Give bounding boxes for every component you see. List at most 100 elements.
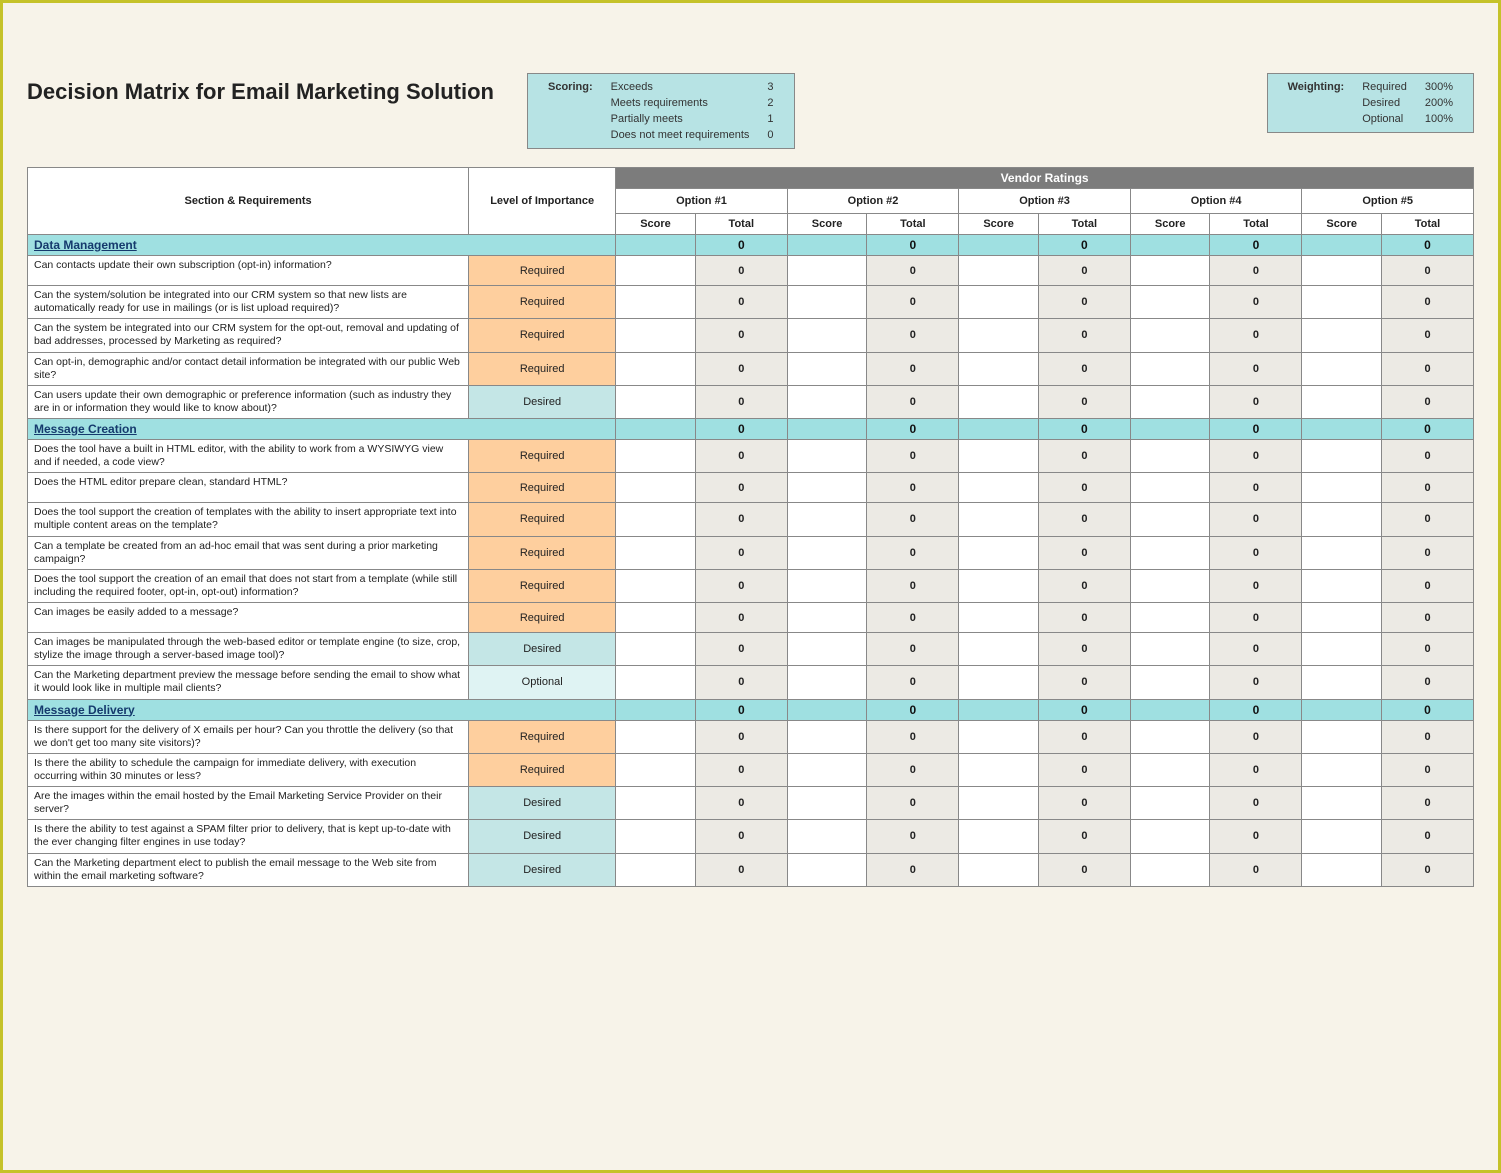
score-input[interactable] [787,503,867,536]
score-input[interactable] [1302,440,1382,473]
score-input[interactable] [1130,569,1210,602]
score-input[interactable] [616,720,696,753]
score-input[interactable] [959,440,1039,473]
score-input[interactable] [1130,720,1210,753]
score-input[interactable] [787,440,867,473]
score-input[interactable] [616,603,696,633]
requirement-text: Does the tool have a built in HTML edito… [28,440,469,473]
score-input[interactable] [1302,853,1382,886]
score-input[interactable] [1302,569,1382,602]
score-input[interactable] [959,385,1039,418]
score-input[interactable] [1130,385,1210,418]
score-input[interactable] [959,666,1039,699]
option-header-3: Option #3 [959,189,1131,214]
score-input[interactable] [616,385,696,418]
score-input[interactable] [959,569,1039,602]
score-input[interactable] [616,440,696,473]
score-input[interactable] [1130,633,1210,666]
score-input[interactable] [959,319,1039,352]
score-input[interactable] [959,503,1039,536]
score-input[interactable] [959,820,1039,853]
score-input[interactable] [1302,820,1382,853]
score-input[interactable] [1130,473,1210,503]
score-input[interactable] [959,256,1039,286]
score-input[interactable] [1130,319,1210,352]
score-input[interactable] [1302,352,1382,385]
score-input[interactable] [1130,440,1210,473]
score-input[interactable] [616,319,696,352]
score-input[interactable] [787,319,867,352]
score-input[interactable] [1302,603,1382,633]
score-input[interactable] [1130,853,1210,886]
score-input[interactable] [1302,666,1382,699]
score-input[interactable] [787,473,867,503]
requirement-text: Is there the ability to schedule the cam… [28,753,469,786]
score-input[interactable] [1130,820,1210,853]
row-total: 0 [1038,286,1130,319]
score-input[interactable] [1130,256,1210,286]
row-total: 0 [1038,385,1130,418]
score-input[interactable] [787,853,867,886]
score-input[interactable] [1302,720,1382,753]
score-input[interactable] [959,603,1039,633]
row-total: 0 [1210,603,1302,633]
score-input[interactable] [1302,473,1382,503]
score-input[interactable] [616,256,696,286]
score-input[interactable] [1130,503,1210,536]
score-input[interactable] [1302,633,1382,666]
score-input[interactable] [787,256,867,286]
score-input[interactable] [616,286,696,319]
score-input[interactable] [1130,787,1210,820]
score-input[interactable] [616,633,696,666]
score-input[interactable] [787,633,867,666]
score-input[interactable] [787,720,867,753]
score-input[interactable] [616,666,696,699]
requirement-text: Is there the ability to test against a S… [28,820,469,853]
score-input[interactable] [1130,286,1210,319]
score-input[interactable] [787,385,867,418]
score-input[interactable] [616,352,696,385]
score-input[interactable] [787,787,867,820]
score-input[interactable] [616,569,696,602]
score-input[interactable] [616,473,696,503]
score-input[interactable] [787,286,867,319]
score-input[interactable] [787,820,867,853]
score-input[interactable] [616,787,696,820]
score-input[interactable] [616,820,696,853]
score-input[interactable] [1130,603,1210,633]
score-input[interactable] [1302,286,1382,319]
score-input[interactable] [787,753,867,786]
score-input[interactable] [787,536,867,569]
score-input[interactable] [1130,352,1210,385]
score-input[interactable] [959,753,1039,786]
score-input[interactable] [1302,753,1382,786]
score-input[interactable] [787,666,867,699]
score-input[interactable] [959,352,1039,385]
score-input[interactable] [959,720,1039,753]
score-input[interactable] [959,787,1039,820]
score-input[interactable] [1302,787,1382,820]
score-input[interactable] [1302,256,1382,286]
score-input[interactable] [787,603,867,633]
score-input[interactable] [787,569,867,602]
score-input[interactable] [959,633,1039,666]
score-input[interactable] [959,853,1039,886]
score-input[interactable] [787,352,867,385]
score-input[interactable] [1302,385,1382,418]
score-input[interactable] [616,753,696,786]
row-total: 0 [695,603,787,633]
score-input[interactable] [616,536,696,569]
score-input[interactable] [1302,319,1382,352]
total-header: Total [695,214,787,235]
score-input[interactable] [1302,536,1382,569]
score-input[interactable] [1130,536,1210,569]
row-total: 0 [1210,820,1302,853]
score-input[interactable] [616,853,696,886]
score-input[interactable] [616,503,696,536]
score-input[interactable] [959,473,1039,503]
score-input[interactable] [1130,666,1210,699]
score-input[interactable] [959,286,1039,319]
score-input[interactable] [959,536,1039,569]
score-input[interactable] [1130,753,1210,786]
score-input[interactable] [1302,503,1382,536]
